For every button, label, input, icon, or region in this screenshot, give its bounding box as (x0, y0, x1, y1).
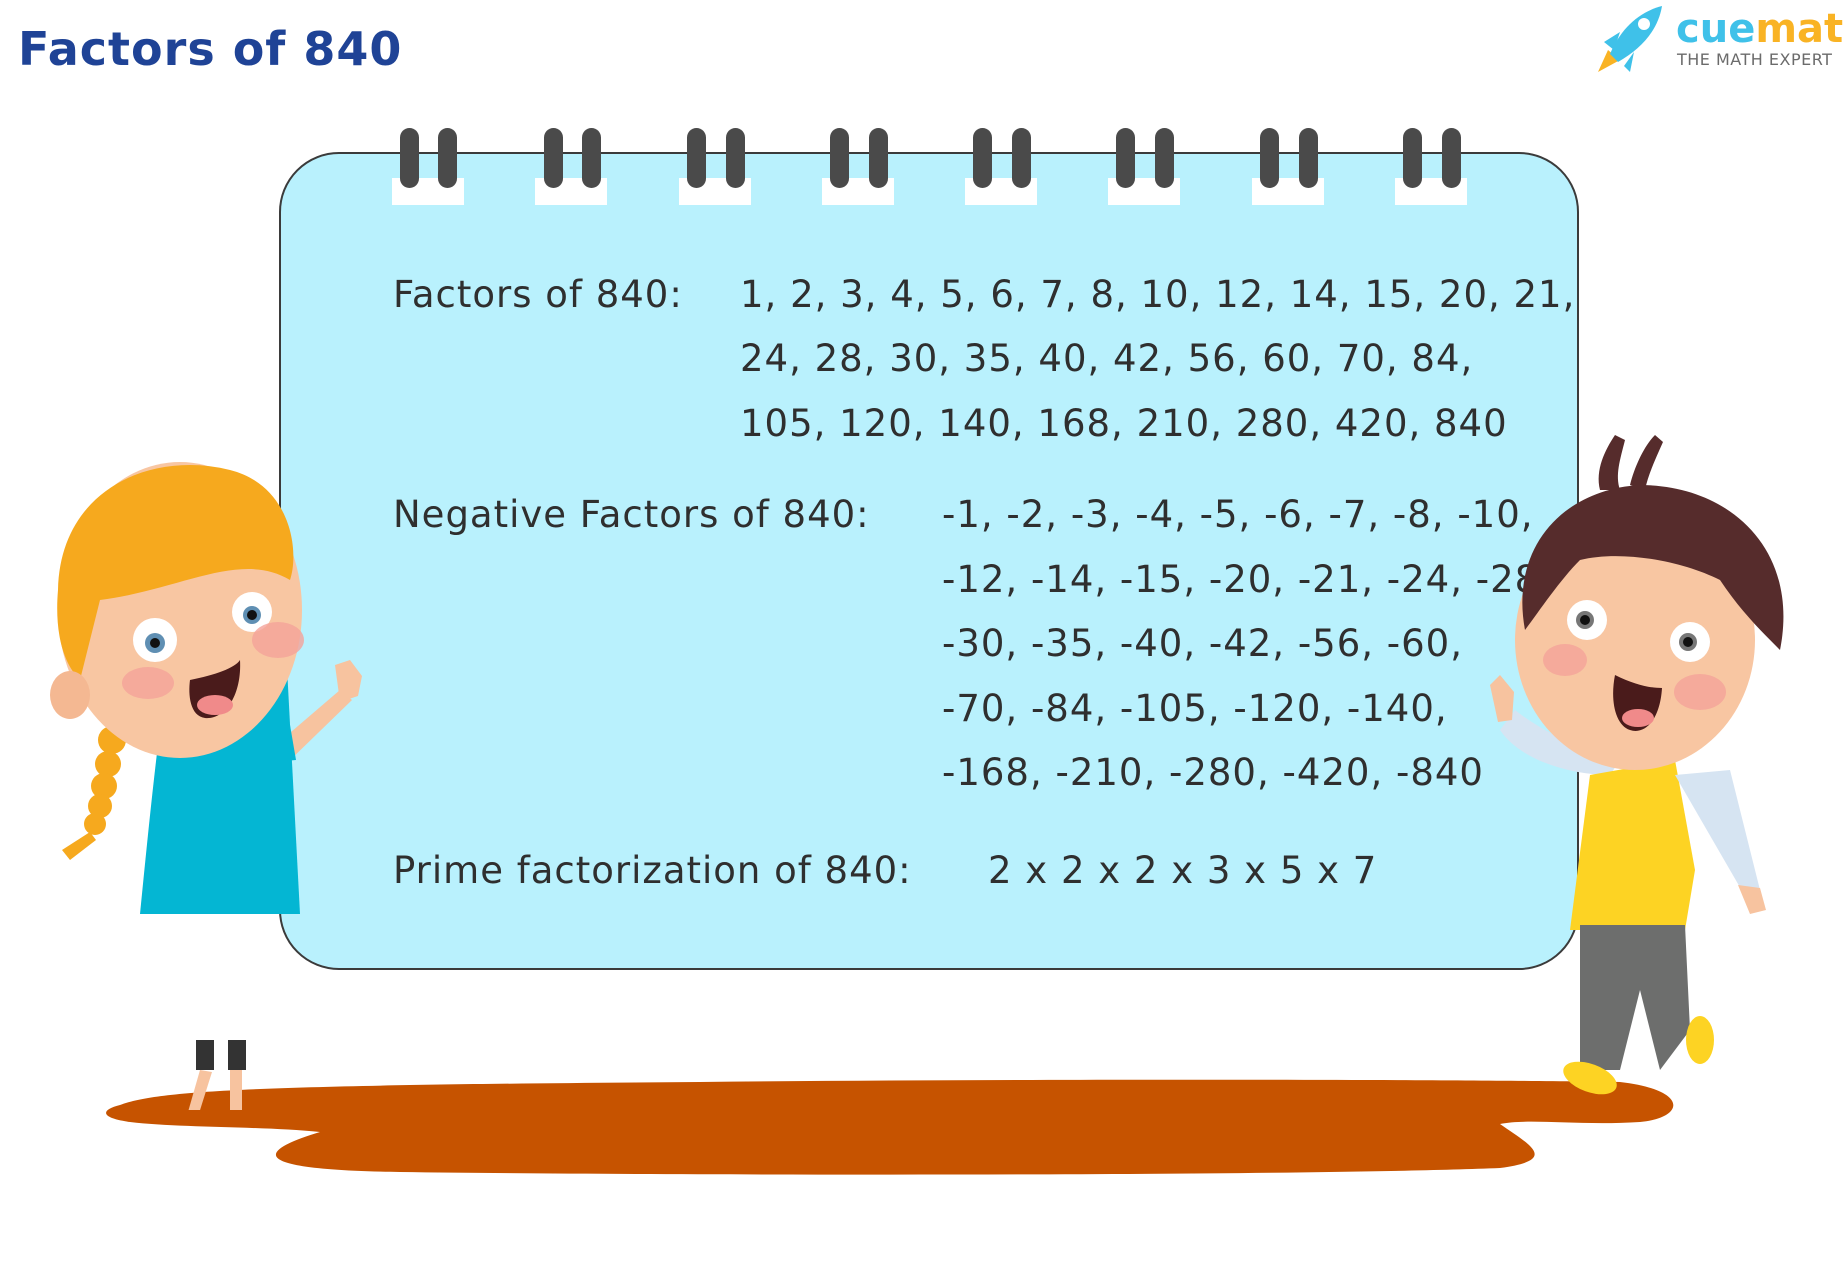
factors-line: 24, 28, 30, 35, 40, 42, 56, 60, 70, 84, (740, 337, 1474, 380)
negative-factors-line: -168, -210, -280, -420, -840 (942, 751, 1484, 794)
ring (1403, 128, 1422, 188)
logo-tagline: THE MATH EXPERT (1677, 50, 1833, 69)
logo-word-math: math (1755, 6, 1843, 52)
negative-factors-line: -1, -2, -3, -4, -5, -6, -7, -8, -10, (942, 493, 1534, 536)
ring (869, 128, 888, 188)
negative-factors-line: -12, -14, -15, -20, -21, -24, -28, (942, 558, 1552, 601)
factors-label: Factors of 840: (393, 273, 683, 316)
boy-illustration (1490, 435, 1784, 1095)
factors-line: 1, 2, 3, 4, 5, 6, 7, 8, 10, 12, 14, 15, … (740, 273, 1576, 316)
prime-factorization-value: 2 x 2 x 2 x 3 x 5 x 7 (988, 849, 1378, 892)
ring (544, 128, 563, 188)
negative-factors-line: -30, -35, -40, -42, -56, -60, (942, 622, 1463, 665)
ring (400, 128, 419, 188)
ring (687, 128, 706, 188)
prime-factorization-label: Prime factorization of 840: (393, 849, 912, 892)
factors-line: 105, 120, 140, 168, 210, 280, 420, 840 (740, 402, 1508, 445)
ring (973, 128, 992, 188)
negative-factors-label: Negative Factors of 840: (393, 493, 870, 536)
logo-wordmark: cuemath (1676, 6, 1843, 52)
ring (582, 128, 601, 188)
logo-word-cue: cue (1676, 6, 1756, 52)
girl-illustration (50, 462, 362, 1110)
negative-factors-line: -70, -84, -105, -120, -140, (942, 687, 1448, 730)
ring (1260, 128, 1279, 188)
ring (1442, 128, 1461, 188)
ring (1299, 128, 1318, 188)
ring (1155, 128, 1174, 188)
ring (726, 128, 745, 188)
page-title: Factors of 840 (18, 22, 403, 76)
ring (1012, 128, 1031, 188)
ring (830, 128, 849, 188)
ring (438, 128, 457, 188)
rocket-icon (1598, 6, 1662, 72)
ring (1116, 128, 1135, 188)
